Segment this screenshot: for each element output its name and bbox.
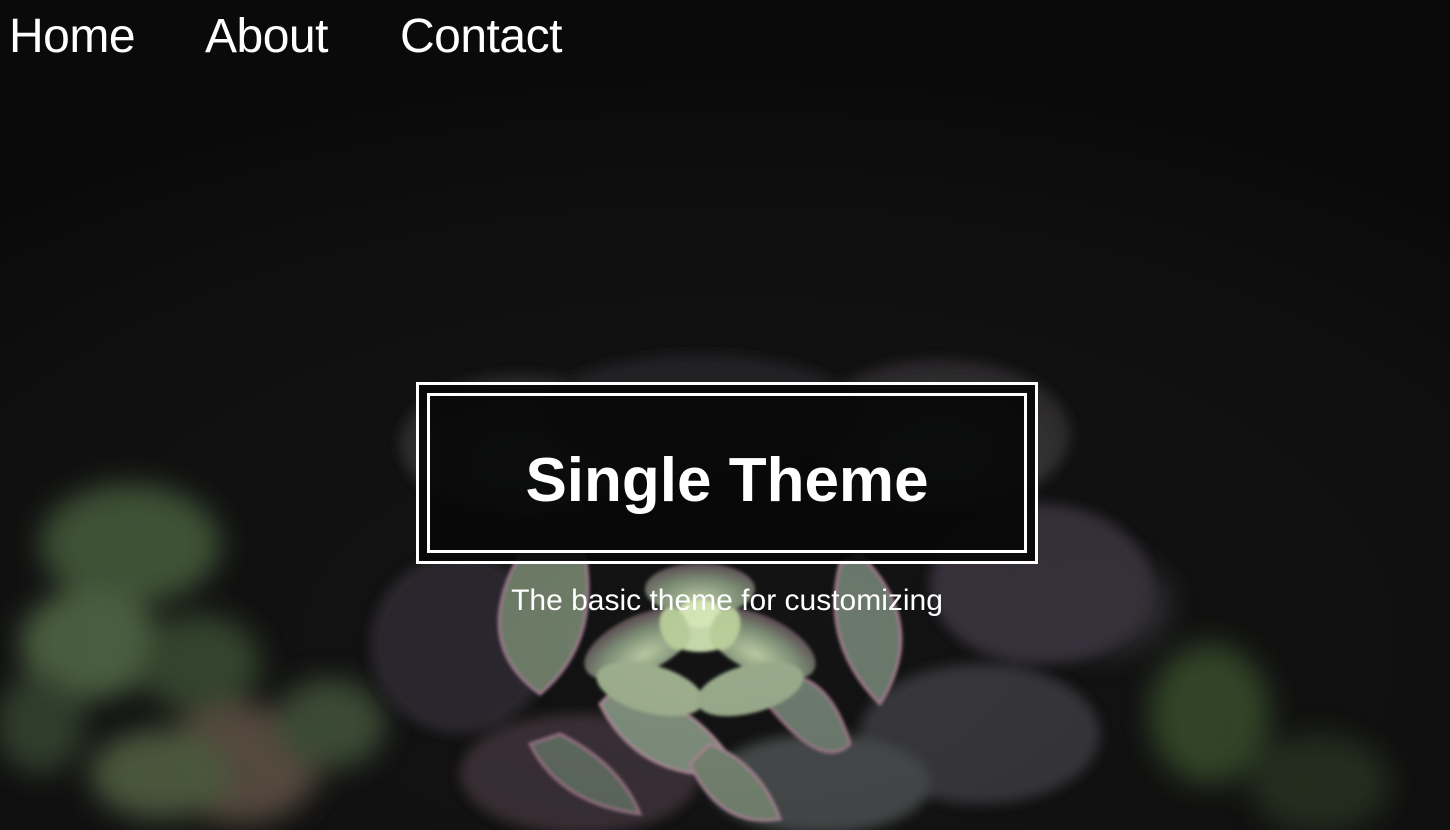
site-title-inner-border: Single Theme (427, 393, 1027, 553)
nav-link-about[interactable]: About (205, 9, 328, 65)
nav-link-contact[interactable]: Contact (400, 9, 562, 65)
page: Home About Contact Single Theme The basi… (0, 0, 1450, 830)
site-tagline: The basic theme for customizing (511, 584, 943, 617)
top-navigation: Home About Contact (0, 0, 1450, 84)
site-title: Single Theme (525, 446, 929, 515)
nav-link-home[interactable]: Home (9, 9, 136, 65)
site-title-box: Single Theme (416, 382, 1038, 564)
